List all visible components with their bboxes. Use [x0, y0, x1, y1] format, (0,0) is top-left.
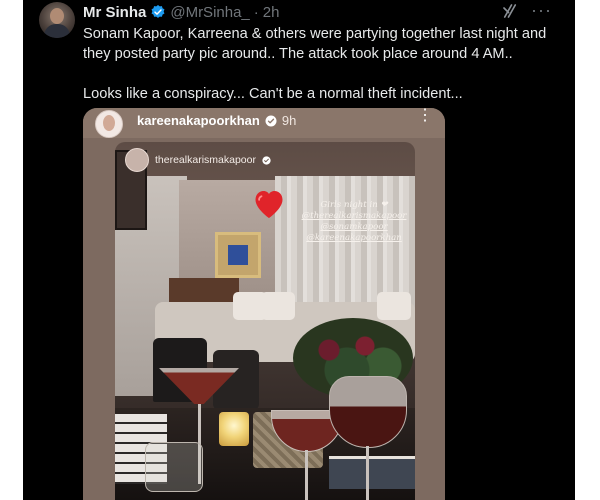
photo-pillow [377, 292, 411, 320]
instagram-avatar [95, 110, 123, 138]
instagram-username: kareenakapoorkhan [137, 113, 260, 128]
tweet-text: Sonam Kapoor, Karreena & others were par… [83, 24, 563, 104]
caption-tag: @therealkarismakapoor [301, 211, 407, 221]
story-caption: Girls night in ❤ @therealkarismakapoor @… [299, 200, 409, 244]
caption-tag: @kareenakapoorkhan [306, 233, 402, 243]
photo-wine-glass [329, 376, 407, 448]
tweet-media-image[interactable]: kareenakapoorkhan 9h ⋮ therealkarismakap… [83, 108, 445, 500]
caption-title: Girls night in ❤ [320, 200, 388, 210]
photo-wall-art [215, 232, 261, 278]
heart-icon [255, 191, 283, 218]
photo-glass-stem [366, 446, 369, 500]
more-options-button[interactable]: ··· [531, 0, 552, 21]
story-verified-icon [262, 155, 271, 165]
tweet-header: Mr Sinha @MrSinha_ · 2h [83, 2, 279, 22]
author-handle[interactable]: @MrSinha_ [170, 4, 249, 21]
instagram-verified-icon [265, 115, 277, 126]
avatar-body [44, 24, 70, 38]
instagram-more-icon: ⋮ [417, 108, 433, 124]
photo-tumbler [145, 442, 203, 492]
instagram-avatar-face [103, 115, 115, 131]
header-separator: · [253, 3, 259, 21]
instagram-user: kareenakapoorkhan 9h [137, 113, 296, 128]
story-avatar [125, 148, 149, 172]
author-name[interactable]: Mr Sinha [83, 4, 146, 21]
tweet-text-line-1: Sonam Kapoor, Karreena & others were par… [83, 26, 547, 62]
photo-glass-stem [305, 450, 308, 500]
photo-pillow [261, 292, 295, 320]
story-user: therealkarismakapoor [125, 148, 271, 172]
instagram-time: 9h [281, 113, 297, 128]
tweet-text-line-2: Looks like a conspiracy... Can't be a no… [83, 86, 463, 102]
story-username: therealkarismakapoor [155, 154, 256, 166]
tweet[interactable]: Mr Sinha @MrSinha_ · 2h ··· Sonam Kapoor… [23, 0, 575, 500]
author-avatar[interactable] [39, 2, 75, 38]
instagram-story-header: kareenakapoorkhan 9h ⋮ [83, 108, 445, 138]
tweet-time[interactable]: 2h [263, 4, 280, 21]
story-photo: therealkarismakapoor Girls night in ❤ @t… [115, 142, 415, 500]
avatar-head [50, 8, 64, 24]
grok-icon[interactable] [501, 2, 519, 20]
photo-book [329, 456, 415, 489]
photo-candle [219, 412, 249, 446]
verified-badge-icon [151, 5, 165, 18]
caption-tag: @sonamkapoor [320, 222, 388, 232]
